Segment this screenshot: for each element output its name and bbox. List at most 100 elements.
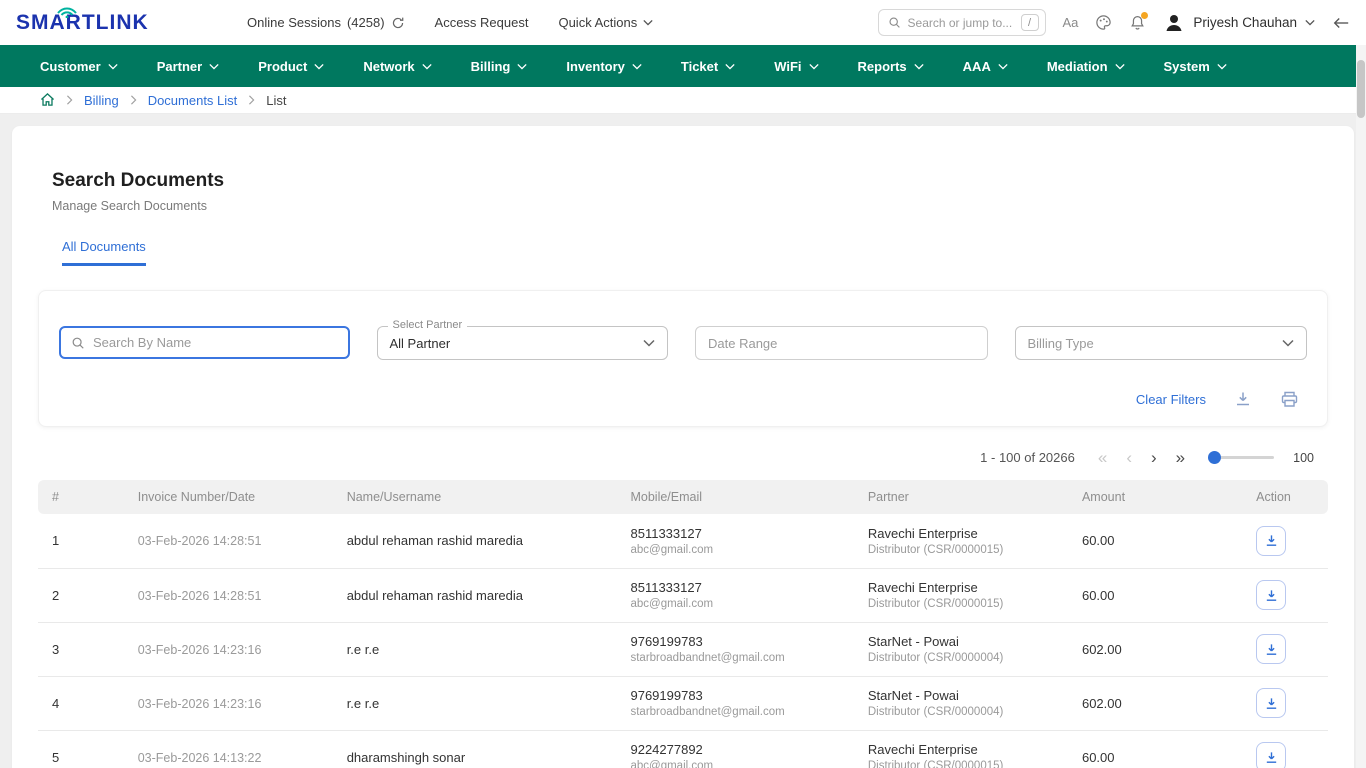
partner-name: Ravechi Enterprise (868, 526, 1058, 541)
mobile: 8511333127 (630, 580, 843, 595)
page-size-slider[interactable] (1210, 456, 1274, 459)
breadcrumb-billing[interactable]: Billing (84, 93, 119, 108)
page-size-slider-handle[interactable] (1208, 451, 1221, 464)
download-document-button[interactable] (1256, 688, 1286, 718)
next-page-button[interactable]: › (1151, 449, 1157, 466)
column-header: Partner (856, 480, 1070, 514)
cell-invoice-date: 03-Feb-2026 14:28:51 (126, 514, 335, 568)
column-header: Invoice Number/Date (126, 480, 335, 514)
smartlink-logo[interactable]: SMARTLINK (16, 11, 191, 35)
nav-item-label: System (1164, 59, 1210, 74)
notifications-bell-icon[interactable] (1129, 14, 1146, 32)
table-row: 503-Feb-2026 14:13:22dharamshingh sonar9… (38, 730, 1328, 768)
search-by-name-field[interactable] (59, 326, 350, 359)
invoice-date: 03-Feb-2026 14:28:51 (138, 589, 262, 603)
cell-invoice-date: 03-Feb-2026 14:13:22 (126, 730, 335, 768)
refresh-icon[interactable] (391, 16, 405, 30)
cell-partner: Ravechi EnterpriseDistributor (CSR/00000… (856, 568, 1070, 622)
table-row: 403-Feb-2026 14:23:16r.e r.e9769199783st… (38, 676, 1328, 730)
download-document-button[interactable] (1256, 580, 1286, 610)
chevron-right-icon (130, 95, 137, 105)
prev-page-button[interactable]: ‹ (1126, 449, 1132, 466)
nav-item-wifi[interactable]: WiFi (774, 59, 818, 74)
online-sessions-count: (4258) (347, 15, 385, 30)
chevron-down-icon (209, 63, 219, 70)
cell-name: r.e r.e (335, 622, 619, 676)
customer-name: r.e r.e (347, 696, 380, 711)
date-range-input[interactable] (695, 326, 988, 360)
nav-item-label: Billing (471, 59, 511, 74)
nav-item-partner[interactable]: Partner (157, 59, 220, 74)
nav-item-product[interactable]: Product (258, 59, 324, 74)
search-by-name-input[interactable] (93, 335, 338, 350)
nav-item-label: WiFi (774, 59, 801, 74)
nav-item-system[interactable]: System (1164, 59, 1227, 74)
theme-palette-icon[interactable] (1095, 14, 1112, 31)
chevron-down-icon (517, 63, 527, 70)
cell-amount: 602.00 (1070, 622, 1244, 676)
customer-name: abdul rehaman rashid maredia (347, 533, 523, 548)
nav-item-billing[interactable]: Billing (471, 59, 528, 74)
download-document-button[interactable] (1256, 742, 1286, 768)
tab-all-documents[interactable]: All Documents (62, 239, 146, 266)
amount: 602.00 (1082, 696, 1122, 711)
cell-name: dharamshingh sonar (335, 730, 619, 768)
global-search-input[interactable] (908, 16, 1014, 30)
first-page-button[interactable]: « (1098, 449, 1107, 466)
nav-item-network[interactable]: Network (363, 59, 431, 74)
partner-type: Distributor (CSR/0000015) (868, 760, 1058, 768)
amount: 60.00 (1082, 750, 1115, 765)
nav-item-customer[interactable]: Customer (40, 59, 118, 74)
chevron-down-icon (643, 19, 653, 26)
select-partner-dropdown[interactable]: Select Partner All Partner (377, 326, 669, 360)
main-nav: Customer Partner Product Network Billing Inve… (0, 45, 1366, 87)
page-size-value: 100 (1293, 451, 1314, 465)
email: abc@gmail.com (630, 544, 843, 556)
scrollbar-track[interactable] (1356, 45, 1366, 768)
cell-index: 5 (38, 730, 126, 768)
nav-item-aaa[interactable]: AAA (963, 59, 1008, 74)
email: abc@gmail.com (630, 760, 843, 768)
nav-item-label: Ticket (681, 59, 718, 74)
clear-filters-button[interactable]: Clear Filters (1136, 392, 1206, 407)
chevron-down-icon (809, 63, 819, 70)
cell-action (1244, 730, 1328, 768)
cell-name: r.e r.e (335, 676, 619, 730)
nav-item-reports[interactable]: Reports (858, 59, 924, 74)
partner-type: Distributor (CSR/0000015) (868, 598, 1058, 610)
print-icon[interactable] (1280, 390, 1299, 408)
breadcrumb: Billing Documents List List (0, 87, 1366, 114)
quick-actions-label: Quick Actions (558, 15, 637, 30)
last-page-button[interactable]: » (1176, 449, 1185, 466)
notification-badge (1141, 12, 1148, 19)
scrollbar-thumb[interactable] (1357, 60, 1365, 118)
email: abc@gmail.com (630, 598, 843, 610)
filter-row: Select Partner All Partner Billing Type (59, 326, 1307, 360)
quick-actions-menu[interactable]: Quick Actions (558, 15, 653, 30)
collapse-arrow-icon[interactable] (1332, 16, 1350, 30)
user-menu[interactable]: Priyesh Chauhan (1163, 12, 1315, 34)
global-search-box[interactable]: / (878, 9, 1046, 36)
home-icon[interactable] (40, 93, 55, 107)
billing-type-dropdown[interactable]: Billing Type (1015, 326, 1308, 360)
partner-type: Distributor (CSR/0000004) (868, 652, 1058, 664)
cell-mobile-email: 8511333127 abc@gmail.com (618, 568, 855, 622)
chevron-down-icon (914, 63, 924, 70)
download-document-button[interactable] (1256, 526, 1286, 556)
page-range-text: 1 - 100 of 20266 (980, 450, 1075, 465)
download-icon[interactable] (1234, 390, 1252, 408)
download-document-button[interactable] (1256, 634, 1286, 664)
topbar-links: Online Sessions (4258) Access Request Qu… (247, 15, 653, 30)
nav-item-mediation[interactable]: Mediation (1047, 59, 1125, 74)
page-title: Search Documents (52, 126, 1328, 192)
page-subtitle: Manage Search Documents (52, 199, 1328, 213)
nav-item-ticket[interactable]: Ticket (681, 59, 735, 74)
access-request-link[interactable]: Access Request (435, 15, 529, 30)
nav-item-inventory[interactable]: Inventory (566, 59, 642, 74)
breadcrumb-documents-list[interactable]: Documents List (148, 93, 238, 108)
online-sessions-link[interactable]: Online Sessions (4258) (247, 15, 405, 30)
cell-invoice-date: 03-Feb-2026 14:28:51 (126, 568, 335, 622)
text-size-toggle[interactable]: Aa (1063, 15, 1079, 30)
table-row: 103-Feb-2026 14:28:51abdul rehaman rashi… (38, 514, 1328, 568)
cell-partner: StarNet - PowaiDistributor (CSR/0000004) (856, 676, 1070, 730)
